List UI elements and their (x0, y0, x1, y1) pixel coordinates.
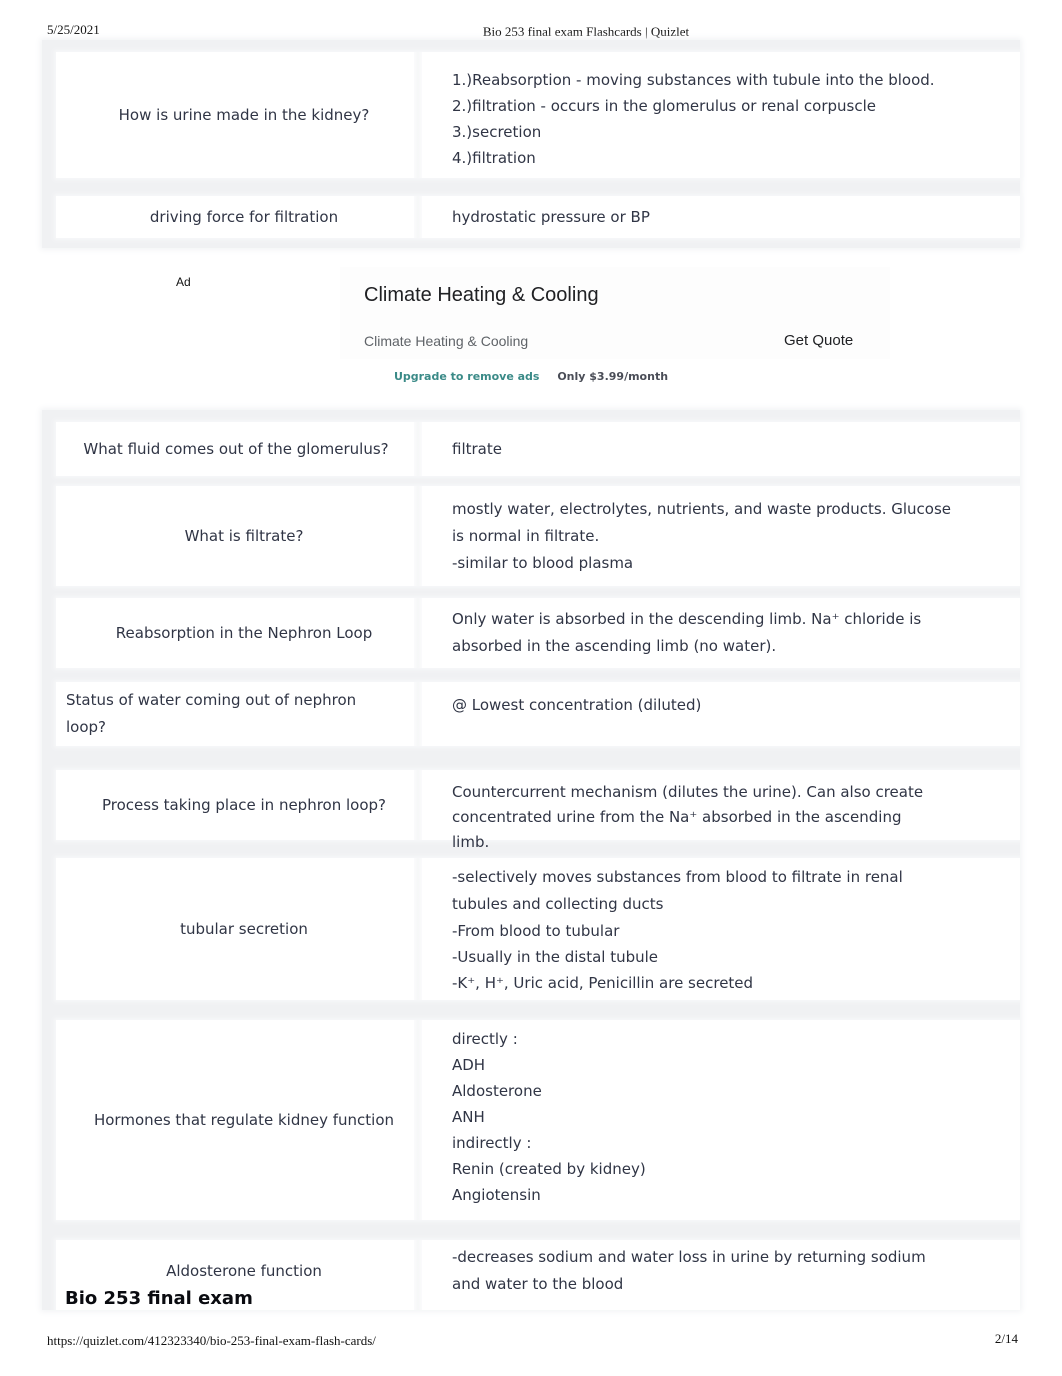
definition-line: -Usually in the distal tubule (452, 948, 659, 966)
definition-line: ANH (452, 1108, 485, 1126)
card-divider (414, 858, 422, 1000)
card-divider (414, 196, 422, 238)
definition-line: 2.)filtration - occurs in the glomerulus… (452, 97, 876, 115)
definition-line: 1.)Reabsorption - moving substances with… (452, 71, 935, 89)
term-text: Reabsorption in the Nephron Loop (115, 623, 373, 642)
definition-line: hydrostatic pressure or BP (452, 208, 650, 226)
term-text: Hormones that regulate kidney function (93, 1110, 395, 1129)
term-text: driving force for filtration (149, 207, 339, 226)
term-text: Process taking place in nephron loop? (101, 795, 387, 814)
card-divider (414, 682, 422, 746)
definition-text: -decreases sodium and water loss in urin… (452, 1244, 960, 1298)
get-quote-button[interactable]: Get Quote (784, 332, 853, 349)
definition-line: filtrate (452, 440, 502, 458)
term-text: tubular secretion (180, 919, 308, 938)
definition-line: indirectly : (452, 1134, 532, 1152)
print-url: https://quizlet.com/412323340/bio-253-fi… (47, 1333, 376, 1348)
definition-line: ADH (452, 1056, 486, 1074)
card-divider (414, 1020, 422, 1220)
term-text: How is urine made in the kidney? (118, 105, 370, 124)
flashcard-list: How is urine made in the kidney? 1.)Reab… (42, 40, 1020, 248)
flashcard-row[interactable]: What fluid comes out of the glomerulus? … (56, 422, 1020, 476)
card-divider (414, 486, 422, 586)
ad-subtext: Climate Heating & Cooling (364, 333, 529, 349)
term-text: What is filtrate? (184, 526, 304, 545)
definition-line: Countercurrent mechanism (dilutes the ur… (452, 783, 924, 851)
definition-text: Only water is absorbed in the descending… (452, 606, 960, 660)
flashcard-row[interactable]: What is filtrate? mostly water, electrol… (56, 486, 1020, 586)
print-page-title: Bio 253 final exam Flashcards | Quizlet (482, 24, 690, 39)
definition-line: -selectively moves substances from blood… (452, 868, 903, 913)
definition-text: 1.)Reabsorption - moving substances with… (452, 67, 960, 171)
definition-line: Only water is absorbed in the descending… (452, 610, 922, 655)
definition-text: Countercurrent mechanism (dilutes the ur… (452, 780, 960, 855)
flashcard-row[interactable]: Status of water coming out of nephron lo… (56, 682, 1020, 746)
definition-text: @ Lowest concentration (diluted) (452, 692, 960, 718)
definition-line: Aldosterone (452, 1082, 542, 1100)
upgrade-price: Only $3.99/month (557, 370, 669, 383)
definition-line: mostly water, electrolytes, nutrients, a… (452, 500, 951, 545)
flashcard-row[interactable]: driving force for filtration hydrostatic… (56, 196, 1020, 238)
definition-line: -similar to blood plasma (452, 554, 634, 572)
card-divider (414, 422, 422, 476)
definition-line: -K⁺, H⁺, Uric acid, Penicillin are secre… (452, 974, 754, 992)
definition-line: 3.)secretion (452, 123, 542, 141)
definition-line: Angiotensin (452, 1186, 541, 1204)
flashcard-row[interactable]: Hormones that regulate kidney function d… (56, 1020, 1020, 1220)
card-divider (414, 52, 422, 178)
definition-text: directly : ADH Aldosterone ANH indirectl… (452, 1026, 960, 1208)
card-divider (414, 1240, 422, 1310)
definition-line: @ Lowest concentration (diluted) (452, 696, 702, 714)
ad-label: Ad (176, 275, 191, 289)
print-page-number: 2/14 (994, 1331, 1018, 1346)
flashcard-row[interactable]: How is urine made in the kidney? 1.)Reab… (56, 52, 1020, 178)
ad-banner[interactable]: Climate Heating & Cooling Climate Heatin… (340, 267, 890, 359)
flashcard-row[interactable]: Process taking place in nephron loop? Co… (56, 770, 1020, 851)
definition-text: hydrostatic pressure or BP (452, 204, 960, 230)
definition-text: -selectively moves substances from blood… (452, 864, 960, 996)
definition-line: directly : (452, 1030, 518, 1048)
ad-container: Ad Climate Heating & Cooling Climate Hea… (0, 255, 1062, 405)
definition-text: filtrate (452, 436, 960, 462)
term-text: Status of water coming out of nephron lo… (66, 691, 357, 736)
definition-text: mostly water, electrolytes, nutrients, a… (452, 496, 960, 576)
definition-line: -From blood to tubular (452, 922, 620, 940)
card-divider (414, 770, 422, 840)
definition-line: Renin (created by kidney) (452, 1160, 646, 1178)
upgrade-row: Upgrade to remove ads Only $3.99/month (0, 370, 1062, 383)
term-text: What fluid comes out of the glomerulus? (83, 439, 389, 458)
card-divider (414, 598, 422, 668)
ad-headline[interactable]: Climate Heating & Cooling (364, 284, 599, 307)
definition-line: 4.)filtration (452, 149, 536, 167)
upgrade-remove-ads-link[interactable]: Upgrade to remove ads (394, 370, 540, 383)
definition-line: -decreases sodium and water loss in urin… (452, 1248, 926, 1293)
set-title: Bio 253 final exam (65, 1288, 253, 1309)
flashcard-row[interactable]: Reabsorption in the Nephron Loop Only wa… (56, 598, 1020, 668)
flashcard-row[interactable]: tubular secretion -selectively moves sub… (56, 858, 1020, 1000)
flashcard-list: What fluid comes out of the glomerulus? … (42, 410, 1020, 1310)
